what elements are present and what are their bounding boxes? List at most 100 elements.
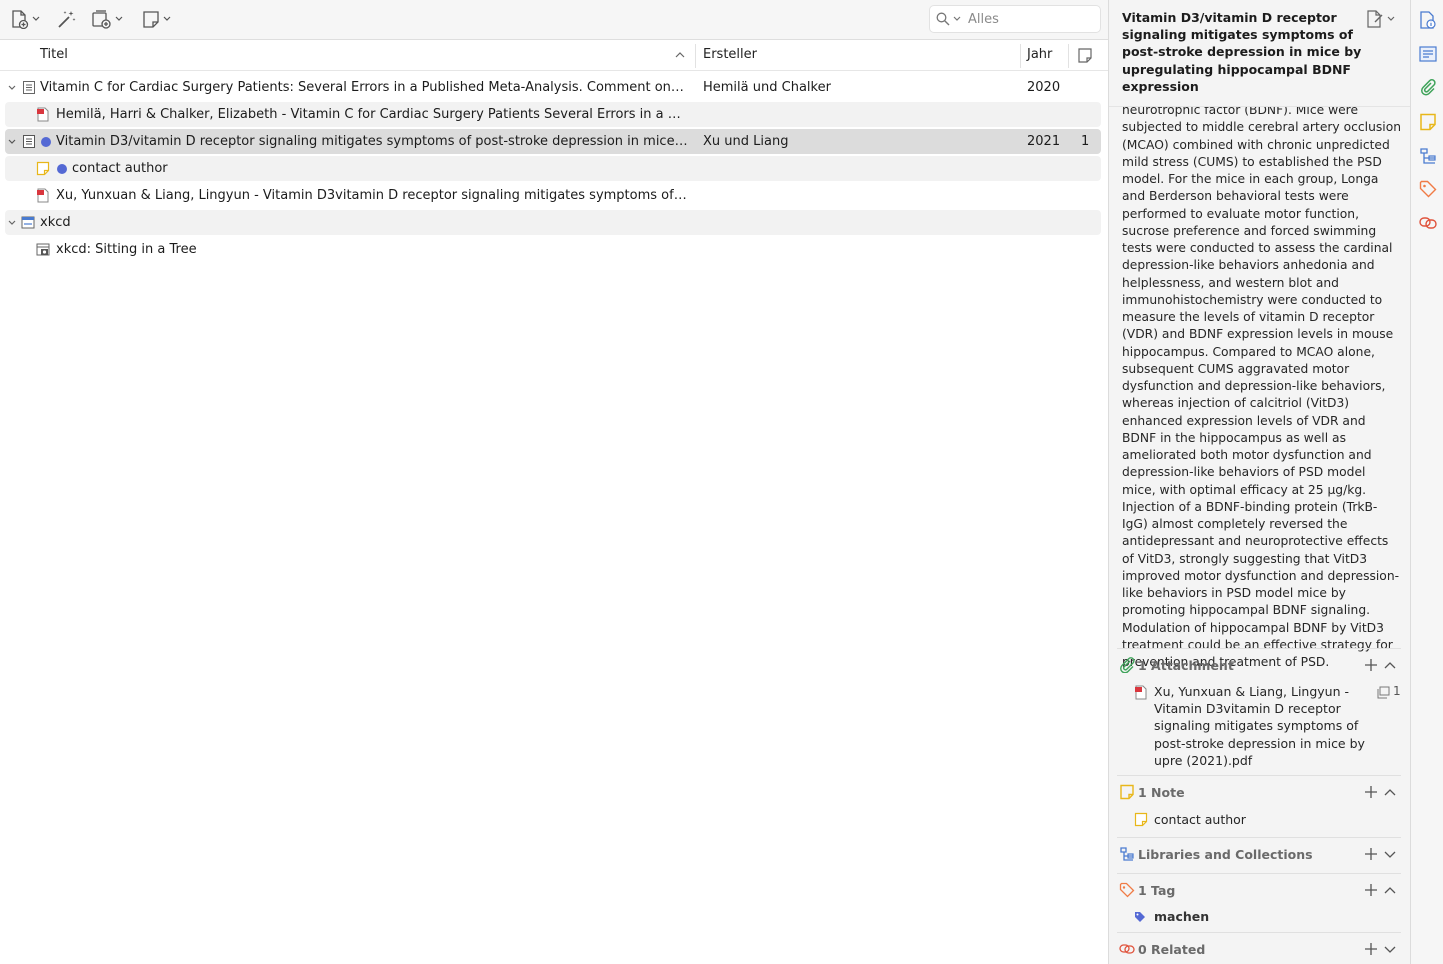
search-box[interactable] [929, 5, 1101, 33]
item-document-icon [1367, 10, 1383, 28]
note-title: contact author [72, 161, 168, 176]
snapshot-icon [36, 243, 50, 256]
item-pane-title[interactable]: Vitamin D3/vitamin D receptor signaling … [1122, 9, 1362, 95]
add-to-collection-icon[interactable] [1364, 847, 1378, 861]
libraries-section-icon[interactable] [1419, 147, 1437, 165]
tags-section-icon[interactable] [1419, 180, 1437, 198]
related-header[interactable]: 0 Related [1117, 933, 1401, 964]
table-row[interactable]: xkcd: Sitting in a Tree [5, 237, 1101, 262]
attachment-title: Hemilä, Harri & Chalker, Elizabeth - Vit… [56, 107, 688, 122]
add-note-icon[interactable] [1364, 785, 1378, 799]
item-title: Vitamin C for Cardiac Surgery Patients: … [40, 80, 686, 95]
magic-wand-icon [58, 10, 76, 28]
add-by-identifier-button[interactable] [57, 8, 76, 30]
table-row[interactable]: contact author [5, 156, 1101, 181]
column-title[interactable]: Titel [40, 40, 68, 70]
libraries-collections-section: Libraries and Collections [1117, 837, 1401, 872]
pdf-icon [37, 107, 49, 122]
attachments-section: 1 Attachment Xu, Yunxuan & Liang, Lingyu… [1117, 648, 1401, 774]
item-year: 2020 [1027, 80, 1061, 95]
chevron-down-icon[interactable] [7, 218, 17, 228]
chevron-up-icon[interactable] [1383, 884, 1397, 896]
chevron-down-icon[interactable] [1383, 848, 1397, 860]
info-section-icon[interactable] [1419, 11, 1437, 29]
libraries-collections-label: Libraries and Collections [1138, 847, 1313, 862]
item-title: Vitamin D3/vitamin D receptor signaling … [56, 134, 688, 149]
related-section-icon[interactable] [1419, 214, 1437, 232]
journal-article-icon [23, 135, 35, 148]
notes-header-label: 1 Note [1138, 785, 1185, 800]
item-creator: Xu und Liang [703, 134, 789, 149]
add-attachment-icon[interactable] [1364, 658, 1378, 672]
note-icon [1134, 812, 1148, 827]
notes-section: 1 Note contact author [1117, 775, 1401, 836]
items-toolbar [0, 0, 1108, 40]
table-row[interactable]: Hemilä, Harri & Chalker, Elizabeth - Vit… [5, 102, 1101, 127]
note-item[interactable]: contact author [1154, 811, 1369, 828]
chevron-down-icon [163, 16, 171, 21]
library-collections-icon [1120, 847, 1134, 861]
libraries-collections-header[interactable]: Libraries and Collections [1117, 838, 1401, 871]
chevron-down-icon[interactable] [1383, 943, 1397, 955]
attachments-section-icon[interactable] [1419, 79, 1437, 97]
tags-section: 1 Tag machen [1117, 873, 1401, 931]
column-year[interactable]: Jahr [1027, 40, 1052, 70]
table-row[interactable]: Xu, Yunxuan & Liang, Lingyun - Vitamin D… [5, 183, 1101, 208]
note-icon [36, 161, 50, 176]
search-mode-chevron-icon[interactable] [953, 16, 961, 22]
tag-color-dot [57, 164, 67, 174]
chevron-down-icon [1387, 16, 1395, 21]
chevron-down-icon [32, 16, 40, 21]
attachment-item[interactable]: Xu, Yunxuan & Liang, Lingyun - Vitamin D… [1154, 683, 1369, 769]
item-pane-sidenav [1410, 0, 1443, 964]
chevron-up-icon[interactable] [1383, 786, 1397, 798]
add-attachment-button[interactable] [92, 8, 123, 30]
items-pane: Titel Ersteller Jahr Vitamin C for Cardi… [0, 0, 1108, 964]
abstract-text[interactable]: neurotrophic factor (BDNF). Mice were su… [1122, 102, 1402, 671]
new-note-icon [143, 10, 159, 28]
search-input[interactable] [968, 11, 1088, 27]
related-header-label: 0 Related [1138, 942, 1206, 957]
notes-column-icon[interactable] [1078, 48, 1092, 63]
pdf-icon [1135, 685, 1147, 700]
attachments-header-label: 1 Attachment [1138, 658, 1234, 673]
attachments-header[interactable]: 1 Attachment [1117, 649, 1401, 682]
tag-item[interactable]: machen [1154, 908, 1209, 925]
column-creator[interactable]: Ersteller [703, 40, 757, 70]
add-related-icon[interactable] [1364, 942, 1378, 956]
item-pane: Vitamin D3/vitamin D receptor signaling … [1108, 0, 1410, 964]
annotation-count: 1 [1393, 684, 1401, 698]
related-section: 0 Related [1117, 932, 1401, 964]
column-header: Titel Ersteller Jahr [0, 40, 1108, 71]
item-creator: Hemilä und Chalker [703, 80, 831, 95]
item-title: xkcd [40, 215, 71, 230]
new-item-button[interactable] [10, 8, 40, 30]
annotation-icon [1377, 686, 1390, 699]
table-row[interactable]: Vitamin C for Cardiac Surgery Patients: … [5, 75, 1101, 100]
table-row[interactable]: xkcd [5, 210, 1101, 235]
new-note-button[interactable] [143, 8, 171, 30]
journal-article-icon [23, 81, 35, 94]
add-tag-icon[interactable] [1364, 883, 1378, 897]
notes-section-icon[interactable] [1419, 113, 1437, 131]
attachment-title: Xu, Yunxuan & Liang, Lingyun - Vitamin D… [56, 188, 688, 203]
new-item-icon [12, 9, 29, 29]
chevron-up-icon[interactable] [1383, 659, 1397, 671]
paperclip-icon [1120, 657, 1135, 673]
table-row[interactable]: Vitamin D3/vitamin D receptor signaling … [5, 129, 1101, 154]
tags-header[interactable]: 1 Tag [1117, 874, 1401, 907]
chevron-down-icon[interactable] [7, 83, 17, 93]
item-pane-header: Vitamin D3/vitamin D receptor signaling … [1109, 0, 1410, 107]
tags-header-label: 1 Tag [1138, 883, 1176, 898]
abstract-section-icon[interactable] [1419, 45, 1437, 63]
related-link-icon [1119, 944, 1135, 954]
colored-tag-icon [1135, 912, 1145, 922]
sort-ascending-icon [675, 52, 685, 58]
notes-header[interactable]: 1 Note [1117, 776, 1401, 809]
chevron-down-icon[interactable] [7, 137, 17, 147]
item-notes-count: 1 [1081, 134, 1090, 149]
attachment-title: xkcd: Sitting in a Tree [56, 242, 197, 257]
item-pane-header-menu[interactable] [1366, 10, 1395, 28]
chevron-down-icon [115, 16, 123, 21]
note-icon [1120, 784, 1134, 800]
